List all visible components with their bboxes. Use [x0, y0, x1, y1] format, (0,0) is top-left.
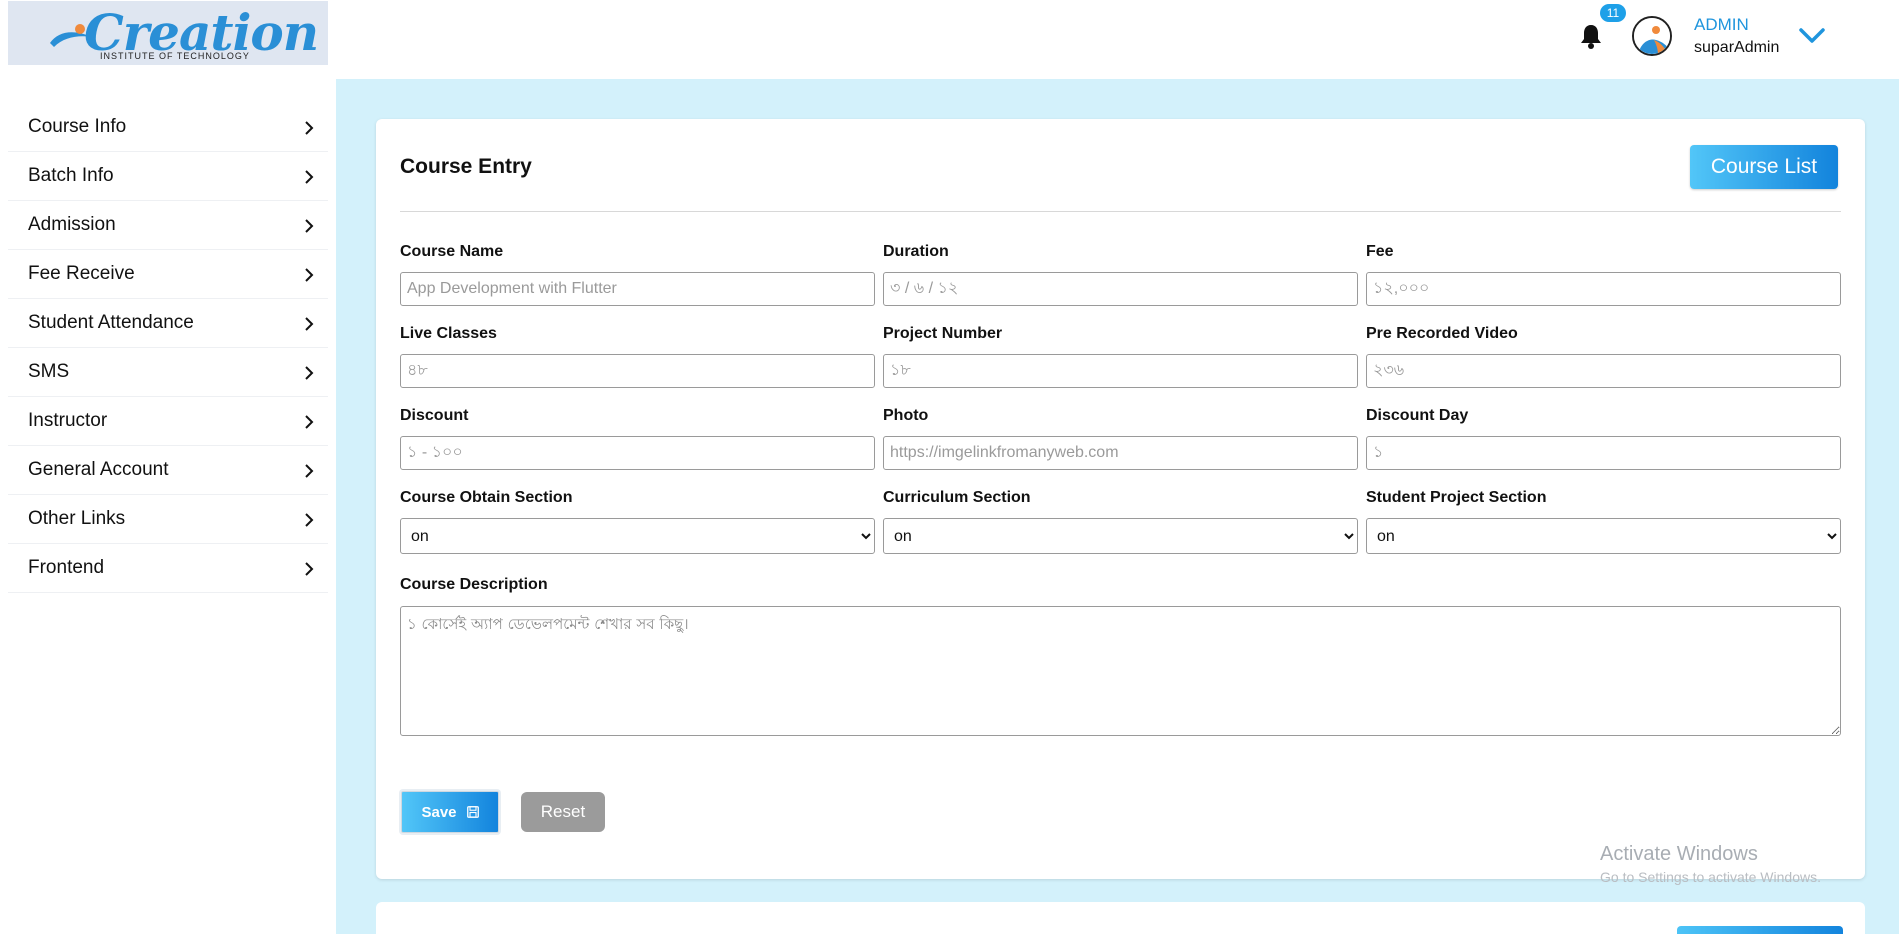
live-classes-label: Live Classes	[400, 325, 497, 342]
course-name-label: Course Name	[400, 243, 504, 260]
sidebar-item-label: General Account	[28, 459, 169, 480]
avatar-image	[1634, 18, 1670, 54]
notification-bell-icon[interactable]	[1578, 22, 1604, 50]
sidebar-item-label: Fee Receive	[28, 263, 135, 284]
reset-button[interactable]: Reset	[521, 792, 605, 832]
student-project-section-select[interactable]: on	[1366, 518, 1841, 554]
page-title: Course Entry	[400, 155, 532, 178]
windows-activation-watermark-subtitle: Go to Settings to activate Windows.	[1600, 869, 1821, 885]
sidebar-item-general-account[interactable]: General Account	[8, 446, 328, 495]
fee-label: Fee	[1366, 243, 1394, 260]
duration-label: Duration	[883, 243, 949, 260]
sidebar-item-label: Student Attendance	[28, 312, 194, 333]
sidebar-item-label: Batch Info	[28, 165, 114, 186]
chevron-right-icon	[305, 366, 314, 380]
discount-input[interactable]	[400, 436, 875, 470]
chevron-right-icon	[305, 121, 314, 135]
sidebar-item-label: SMS	[28, 361, 70, 382]
chevron-right-icon	[305, 170, 314, 184]
sidebar-item-instructor[interactable]: Instructor	[8, 397, 328, 446]
user-name-label: suparAdmin	[1694, 39, 1780, 56]
secondary-card	[376, 902, 1865, 934]
notification-count-badge: 11	[1600, 4, 1626, 22]
chevron-right-icon	[305, 464, 314, 478]
windows-activation-watermark-title: Activate Windows	[1600, 843, 1758, 865]
sidebar-item-batch-info[interactable]: Batch Info	[8, 152, 328, 201]
curriculum-section-label: Curriculum Section	[883, 489, 1031, 506]
save-button[interactable]: Save	[401, 791, 499, 833]
sidebar-item-label: Other Links	[28, 508, 126, 529]
pre-recorded-video-label: Pre Recorded Video	[1366, 325, 1518, 342]
sidebar-item-sms[interactable]: SMS	[8, 348, 328, 397]
pre-recorded-video-input[interactable]	[1366, 354, 1841, 388]
chevron-down-icon[interactable]	[1797, 24, 1827, 46]
save-button-label: Save	[421, 803, 457, 821]
course-obtain-section-label: Course Obtain Section	[400, 489, 573, 506]
sidebar-item-admission[interactable]: Admission	[8, 201, 328, 250]
photo-url-input[interactable]	[883, 436, 1358, 470]
curriculum-section-select[interactable]: on	[883, 518, 1358, 554]
discount-day-input[interactable]	[1366, 436, 1841, 470]
sidebar-item-label: Instructor	[28, 410, 108, 431]
brand-logo[interactable]: Creation INSTITUTE OF TECHNOLOGY	[8, 1, 328, 65]
top-header: Creation INSTITUTE OF TECHNOLOGY 11 ADMI…	[0, 0, 1899, 79]
photo-label: Photo	[883, 407, 929, 424]
sidebar-item-student-attendance[interactable]: Student Attendance	[8, 299, 328, 348]
discount-label: Discount	[400, 407, 469, 424]
sidebar-item-label: Frontend	[28, 557, 105, 578]
sidebar-item-course-info[interactable]: Course Info	[8, 103, 328, 152]
course-description-label: Course Description	[400, 576, 548, 593]
sidebar-nav: Course Info Batch Info Admission Fee Rec…	[8, 103, 328, 593]
user-avatar[interactable]	[1632, 16, 1672, 56]
sidebar-item-label: Course Info	[28, 116, 127, 137]
project-number-input[interactable]	[883, 354, 1358, 388]
duration-input[interactable]	[883, 272, 1358, 306]
student-project-section-label: Student Project Section	[1366, 489, 1547, 506]
course-entry-card: Course Entry Course List Course Name Dur…	[376, 119, 1865, 879]
sidebar-item-frontend[interactable]: Frontend	[8, 544, 328, 593]
secondary-card-button[interactable]	[1677, 926, 1843, 934]
discount-day-label: Discount Day	[1366, 407, 1469, 424]
course-description-textarea[interactable]	[400, 606, 1841, 736]
chevron-right-icon	[305, 513, 314, 527]
floppy-disk-icon	[466, 806, 479, 818]
chevron-right-icon	[305, 268, 314, 282]
live-classes-input[interactable]	[400, 354, 875, 388]
sidebar-item-label: Admission	[28, 214, 116, 235]
chevron-right-icon	[305, 415, 314, 429]
fee-input[interactable]	[1366, 272, 1841, 306]
course-name-input[interactable]	[400, 272, 875, 306]
course-list-button[interactable]: Course List	[1690, 145, 1838, 189]
title-divider	[400, 211, 1841, 212]
logo-tagline: INSTITUTE OF TECHNOLOGY	[100, 51, 250, 61]
course-obtain-section-select[interactable]: on	[400, 518, 875, 554]
chevron-right-icon	[305, 562, 314, 576]
chevron-right-icon	[305, 317, 314, 331]
sidebar-item-other-links[interactable]: Other Links	[8, 495, 328, 544]
chevron-right-icon	[305, 219, 314, 233]
project-number-label: Project Number	[883, 325, 1003, 342]
user-role-label: ADMIN	[1694, 15, 1749, 34]
sidebar-item-fee-receive[interactable]: Fee Receive	[8, 250, 328, 299]
